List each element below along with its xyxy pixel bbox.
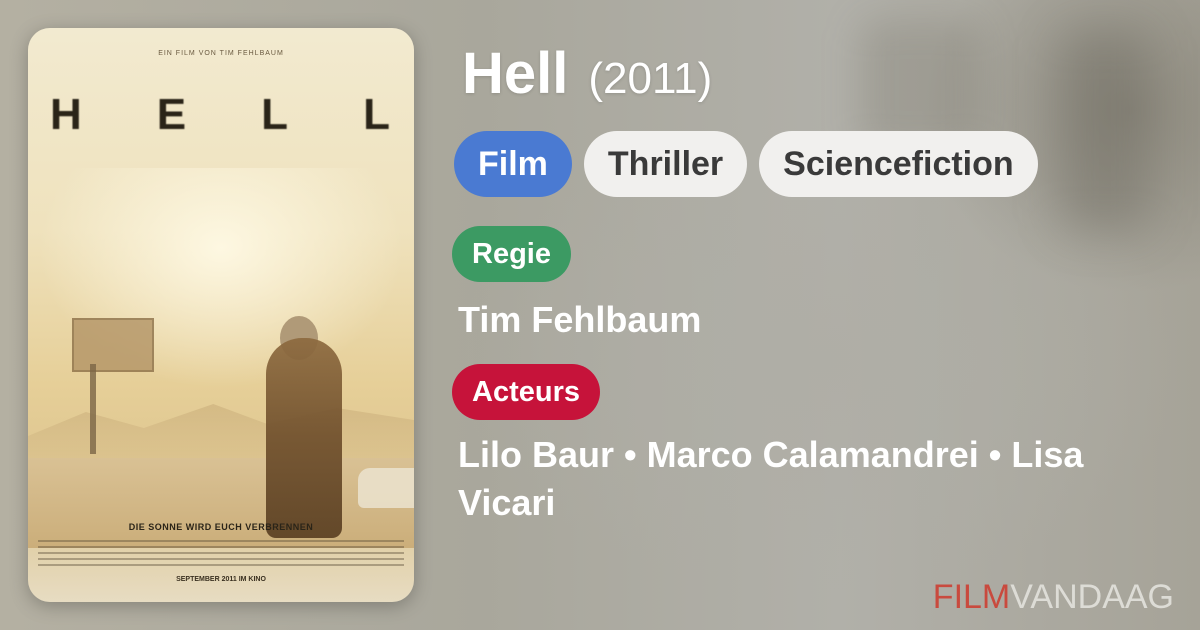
regie-badge: Regie [452, 226, 571, 282]
poster-credit-top: EIN FILM VON TIM FEHLBAUM [158, 50, 284, 57]
poster-title: H E L L [28, 90, 414, 140]
tag-thriller[interactable]: Thriller [583, 131, 748, 197]
brand-logo-part: FILM [932, 578, 1011, 616]
poster-figure [266, 338, 342, 538]
poster-tagline: DIE SONNE WIRD EUCH VERBRENNEN [128, 522, 314, 532]
poster-title-letter: E [156, 90, 189, 139]
genre-tags: Film Thriller Sciencefiction [454, 131, 1038, 197]
poster-title-letter: L [261, 90, 291, 139]
background-shape [1060, 30, 1150, 230]
actors-list: Lilo Baur • Marco Calamandrei • Lisa Vic… [458, 434, 1084, 523]
brand-logo-part: VANDAAG [1010, 578, 1174, 616]
poster-release: SEPTEMBER 2011 IM KINO [176, 576, 266, 583]
movie-title: Hell [462, 41, 569, 106]
brand-logo: FILM VANDAAG [933, 578, 1174, 617]
poster-sign-pole [90, 364, 96, 454]
director-name: Tim Fehlbaum [458, 299, 702, 340]
poster-credits-block [38, 540, 404, 568]
movie-year: (2011) [588, 54, 713, 103]
poster-title-letter: L [363, 90, 392, 139]
tag-film[interactable]: Film [454, 131, 572, 197]
poster-road [28, 458, 414, 548]
tag-sciencefiction[interactable]: Sciencefiction [759, 131, 1038, 197]
movie-poster[interactable]: EIN FILM VON TIM FEHLBAUM H E L L DIE SO… [28, 28, 414, 602]
title-row: Hell (2011) [462, 40, 712, 107]
poster-road-sign [72, 318, 154, 372]
poster-title-letter: H [50, 90, 84, 139]
poster-car [358, 468, 414, 508]
acteurs-badge: Acteurs [452, 364, 600, 420]
